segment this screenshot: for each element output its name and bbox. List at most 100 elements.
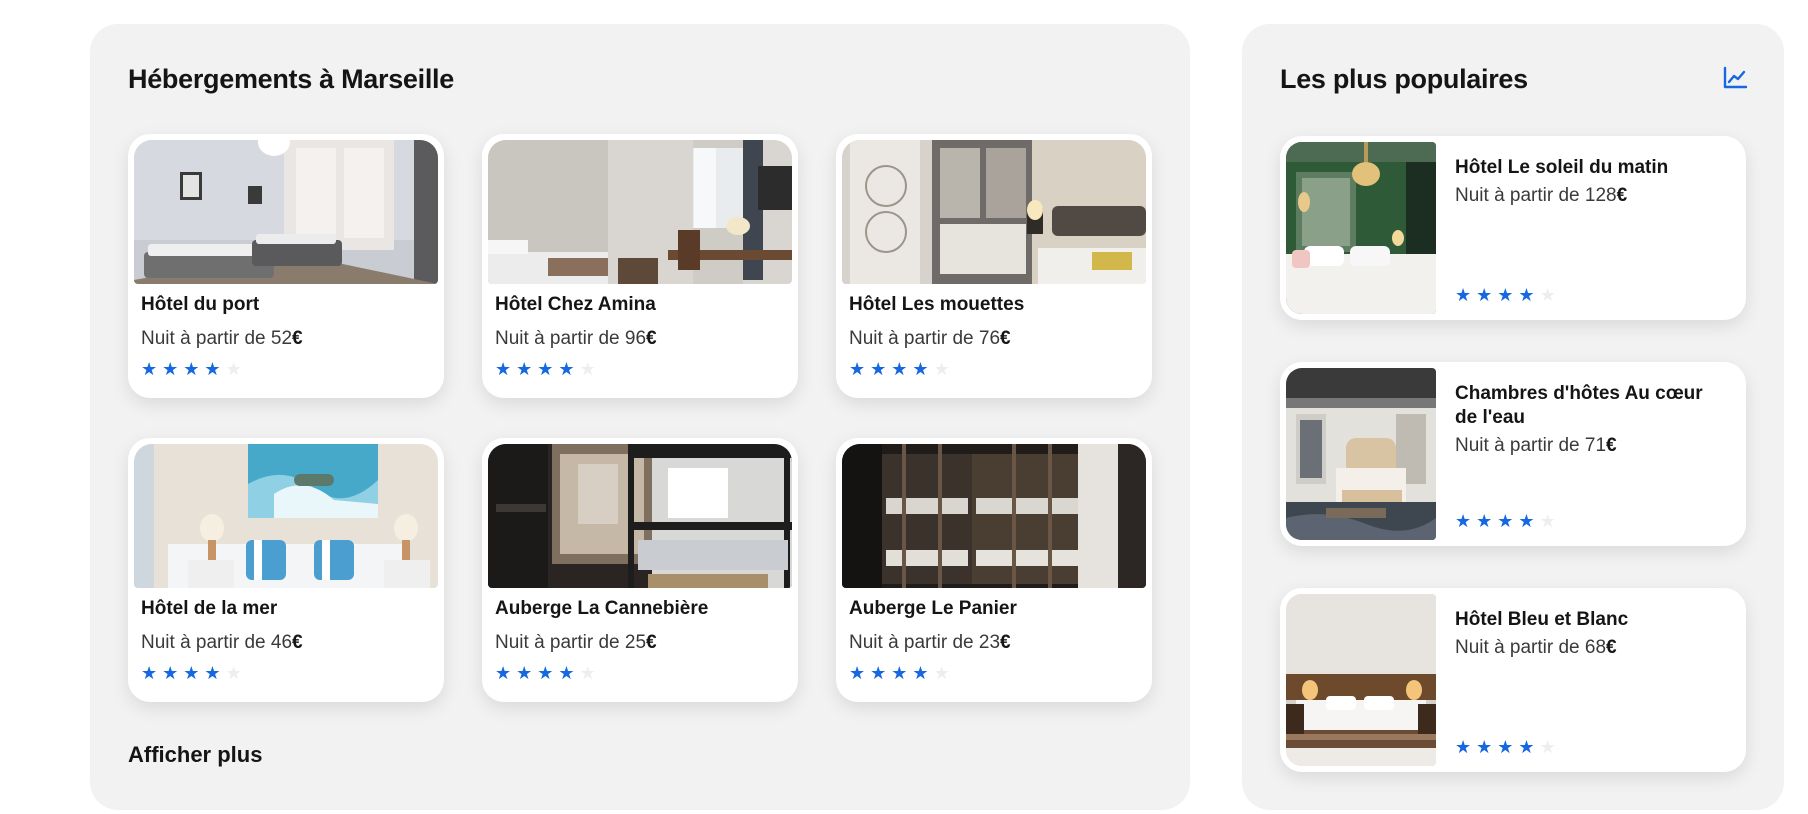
star-filled-icon: ★	[870, 663, 887, 683]
star-filled-icon: ★	[204, 663, 221, 683]
price-value: 76	[978, 328, 1001, 349]
hotel-price: Nuit à partir de 96€	[495, 328, 785, 354]
star-filled-icon: ★	[912, 359, 929, 379]
star-rating: ★ ★ ★ ★ ★	[141, 360, 431, 378]
hotel-photo	[1286, 142, 1436, 314]
star-rating: ★ ★ ★ ★ ★	[1455, 512, 1556, 530]
hotel-price: Nuit à partir de 23€	[849, 632, 1139, 658]
popular-panel: Les plus populaires Hôtel Le soleil du m…	[1242, 24, 1784, 810]
price-currency: €	[1606, 637, 1617, 658]
star-rating: ★ ★ ★ ★ ★	[849, 664, 1139, 682]
hotel-name: Hôtel du port	[141, 294, 260, 315]
star-empty-icon: ★	[579, 663, 596, 683]
price-currency: €	[646, 632, 657, 653]
star-rating: ★ ★ ★ ★ ★	[141, 664, 431, 682]
star-filled-icon: ★	[495, 663, 512, 683]
hotel-name: Hôtel Bleu et Blanc	[1455, 609, 1629, 630]
hotel-card[interactable]: Hôtel du port Nuit à partir de 52€ ★ ★ ★ ★ ★	[128, 134, 444, 398]
hotel-name: Auberge La Cannebière	[495, 598, 709, 619]
star-filled-icon: ★	[516, 359, 533, 379]
hotel-card[interactable]: Auberge Le Panier Nuit à partir de 23€ ★ ★ ★…	[836, 438, 1152, 702]
popular-title: Les plus populaires	[1280, 64, 1528, 94]
popular-hotel-card[interactable]: Hôtel Bleu et Blanc Nuit à partir de 68€ ★…	[1280, 588, 1746, 772]
hotel-card[interactable]: Hôtel de la mer Nuit à partir de 46€ ★ ★ ★ ★ ★	[128, 438, 444, 702]
star-filled-icon: ★	[849, 359, 866, 379]
star-filled-icon: ★	[912, 663, 929, 683]
star-filled-icon: ★	[495, 359, 512, 379]
star-filled-icon: ★	[891, 663, 908, 683]
star-filled-icon: ★	[891, 359, 908, 379]
popular-hotel-card[interactable]: Chambres d'hôtes Au cœur de l'eau Nuit à …	[1280, 362, 1746, 546]
star-filled-icon: ★	[141, 663, 158, 683]
price-prefix: Nuit à partir de	[141, 328, 271, 349]
price-prefix: Nuit à partir de	[1455, 185, 1585, 206]
star-rating: ★ ★ ★ ★ ★	[495, 360, 785, 378]
price-value: 25	[624, 632, 647, 653]
star-filled-icon: ★	[849, 663, 866, 683]
hotel-photo	[134, 140, 438, 284]
hotel-photo	[1286, 368, 1436, 540]
price-prefix: Nuit à partir de	[141, 632, 271, 653]
hotel-card[interactable]: Auberge La Cannebière Nuit à partir de 25…	[482, 438, 798, 702]
hotel-name: Hôtel Chez Amina	[495, 294, 656, 315]
star-filled-icon: ★	[183, 359, 200, 379]
price-prefix: Nuit à partir de	[849, 328, 979, 349]
star-filled-icon: ★	[558, 359, 575, 379]
hotel-price: Nuit à partir de 76€	[849, 328, 1139, 354]
star-empty-icon: ★	[933, 663, 950, 683]
star-rating: ★ ★ ★ ★ ★	[1455, 286, 1556, 304]
price-currency: €	[1000, 328, 1011, 349]
trend-chart-icon[interactable]	[1722, 66, 1748, 90]
price-value: 68	[1584, 637, 1607, 658]
price-prefix: Nuit à partir de	[1455, 637, 1585, 658]
star-empty-icon: ★	[225, 359, 242, 379]
star-filled-icon: ★	[204, 359, 221, 379]
hotel-card[interactable]: Hôtel Chez Amina Nuit à partir de 96€ ★ ★ ★ ★…	[482, 134, 798, 398]
star-filled-icon: ★	[1518, 737, 1535, 757]
star-filled-icon: ★	[537, 359, 554, 379]
hotel-card[interactable]: Hôtel Les mouettes Nuit à partir de 76€ ★ ★…	[836, 134, 1152, 398]
price-currency: €	[292, 632, 303, 653]
star-filled-icon: ★	[1455, 737, 1472, 757]
star-filled-icon: ★	[1455, 285, 1472, 305]
hotel-grid: Hôtel du port Nuit à partir de 52€ ★ ★ ★ ★ ★ Hô…	[128, 134, 1152, 702]
star-filled-icon: ★	[537, 663, 554, 683]
star-rating: ★ ★ ★ ★ ★	[495, 664, 785, 682]
hotel-photo	[488, 444, 792, 588]
star-filled-icon: ★	[162, 663, 179, 683]
star-rating: ★ ★ ★ ★ ★	[849, 360, 1139, 378]
hotel-price: Nuit à partir de 46€	[141, 632, 431, 658]
price-currency: €	[1606, 435, 1617, 456]
hotel-price: Nuit à partir de 25€	[495, 632, 785, 658]
popular-hotel-card[interactable]: Hôtel Le soleil du matin Nuit à partir de…	[1280, 136, 1746, 320]
star-filled-icon: ★	[1497, 511, 1514, 531]
price-prefix: Nuit à partir de	[849, 632, 979, 653]
price-currency: €	[646, 328, 657, 349]
hotel-name: Auberge Le Panier	[849, 598, 1017, 619]
hotel-photo	[842, 444, 1146, 588]
accommodations-title: Hébergements à Marseille	[128, 64, 454, 94]
hotel-price: Nuit à partir de 128€	[1455, 185, 1728, 207]
star-filled-icon: ★	[183, 663, 200, 683]
price-currency: €	[1000, 632, 1011, 653]
price-value: 96	[624, 328, 647, 349]
star-empty-icon: ★	[1539, 285, 1556, 305]
price-value: 71	[1584, 435, 1607, 456]
hotel-price: Nuit à partir de 52€	[141, 328, 431, 354]
hotel-name: Hôtel Le soleil du matin	[1455, 157, 1669, 178]
price-prefix: Nuit à partir de	[1455, 435, 1585, 456]
hotel-price: Nuit à partir de 71€	[1455, 435, 1728, 457]
show-more-link[interactable]: Afficher plus	[128, 742, 262, 768]
star-filled-icon: ★	[162, 359, 179, 379]
popular-list: Hôtel Le soleil du matin Nuit à partir de…	[1280, 136, 1746, 814]
price-currency: €	[1616, 185, 1628, 206]
star-filled-icon: ★	[558, 663, 575, 683]
star-empty-icon: ★	[225, 663, 242, 683]
star-filled-icon: ★	[870, 359, 887, 379]
star-filled-icon: ★	[1455, 511, 1472, 531]
hotel-photo	[842, 140, 1146, 284]
star-filled-icon: ★	[141, 359, 158, 379]
star-empty-icon: ★	[933, 359, 950, 379]
hotel-photo	[134, 444, 438, 588]
star-empty-icon: ★	[579, 359, 596, 379]
